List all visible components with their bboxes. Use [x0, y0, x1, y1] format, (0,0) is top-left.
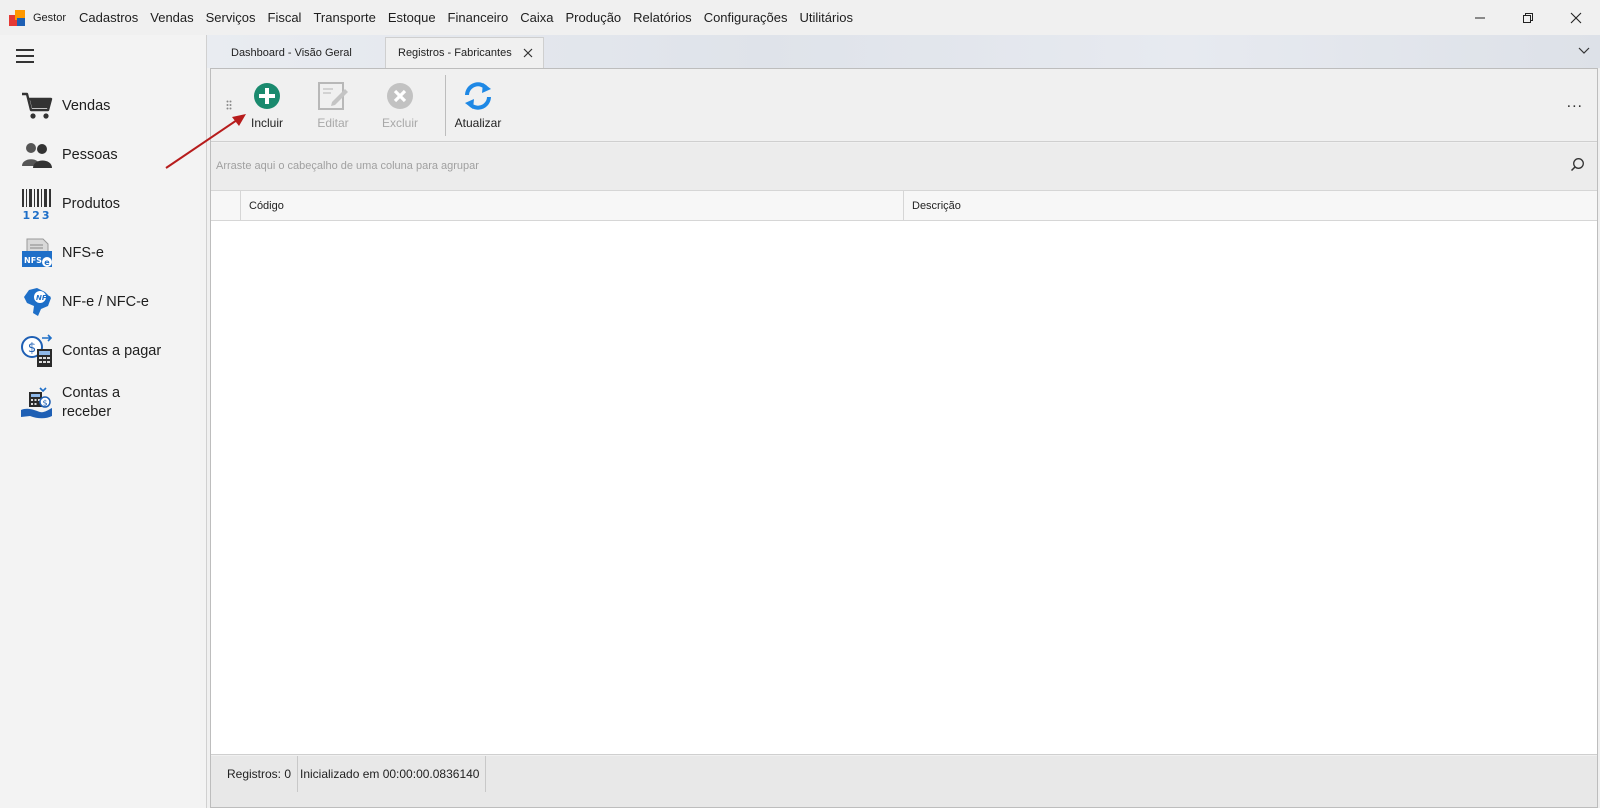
restore-button[interactable] — [1504, 0, 1552, 35]
tab-strip: Dashboard - Visão Geral Registros - Fabr… — [207, 35, 1600, 68]
menu-caixa[interactable]: Caixa — [520, 10, 553, 25]
editar-label: Editar — [317, 116, 349, 130]
nfse-icon: NFS e — [20, 236, 54, 270]
column-header-label: Descrição — [912, 200, 961, 212]
menu-cadastros[interactable]: Cadastros — [79, 10, 138, 25]
menu-producao[interactable]: Produção — [566, 10, 622, 25]
atualizar-label: Atualizar — [454, 116, 502, 130]
app-logo-icon — [9, 9, 25, 26]
sidebar: Vendas Pessoas 123 Produtos NFS e NFS-e N… — [0, 35, 207, 808]
menu-estoque[interactable]: Estoque — [388, 10, 436, 25]
delete-circle-icon — [383, 79, 417, 113]
menu-relatorios[interactable]: Relatórios — [633, 10, 692, 25]
grid-header: Código Descrição — [211, 191, 1597, 221]
svg-text:123: 123 — [23, 209, 52, 220]
excluir-label: Excluir — [381, 116, 418, 130]
menu-utilitarios[interactable]: Utilitários — [800, 10, 853, 25]
minimize-icon — [1475, 17, 1485, 18]
excluir-button[interactable]: Excluir — [368, 79, 432, 130]
minimize-button[interactable] — [1456, 0, 1504, 35]
sidebar-item-nfe[interactable]: NFe NF-e / NFC-e — [20, 285, 149, 319]
close-tab-icon[interactable] — [522, 47, 534, 59]
nfe-brazil-map-icon: NFe — [20, 285, 54, 319]
menu-fiscal[interactable]: Fiscal — [268, 10, 302, 25]
menu-gestor[interactable]: Gestor — [33, 12, 66, 24]
shopping-cart-icon — [20, 89, 54, 123]
atualizar-button[interactable]: Atualizar — [446, 79, 510, 130]
chevron-down-icon[interactable] — [1578, 45, 1590, 55]
menu-transporte[interactable]: Transporte — [313, 10, 375, 25]
svg-text:$: $ — [28, 341, 36, 356]
search-icon[interactable] — [1570, 157, 1585, 172]
svg-text:NFe: NFe — [36, 294, 51, 302]
people-icon — [20, 138, 54, 172]
menu-vendas[interactable]: Vendas — [150, 10, 193, 25]
sidebar-item-contas-pagar[interactable]: $ Contas a pagar — [20, 334, 161, 368]
accounts-receivable-icon: $ — [20, 386, 54, 420]
sidebar-item-label: Produtos — [62, 195, 121, 212]
sidebar-item-label: Contas a receber — [62, 385, 121, 420]
toolbar: Incluir Editar Excluir Atualizar ... — [211, 69, 1597, 142]
svg-text:NFS: NFS — [24, 256, 42, 265]
title-bar: Gestor Cadastros Vendas Serviços Fiscal … — [0, 0, 1600, 35]
sidebar-item-vendas[interactable]: Vendas — [20, 89, 110, 123]
sidebar-item-contas-receber[interactable]: $ Contas a receber — [20, 384, 132, 422]
more-options-icon[interactable]: ... — [1567, 94, 1583, 112]
svg-text:$: $ — [42, 399, 47, 408]
sidebar-item-label: NF-e / NFC-e — [62, 293, 149, 310]
column-header-label: Código — [249, 200, 284, 212]
status-bar: Registros: 0 Inicializado em 00:00:00.08… — [211, 756, 1597, 807]
row-indicator-header — [211, 191, 241, 221]
menu-configuracoes[interactable]: Configurações — [704, 10, 788, 25]
incluir-label: Incluir — [250, 116, 283, 130]
hamburger-menu-icon[interactable] — [16, 49, 34, 63]
toolbar-grip-icon[interactable] — [226, 100, 232, 110]
refresh-icon — [461, 79, 495, 113]
svg-text:e: e — [44, 258, 50, 267]
group-panel[interactable]: Arraste aqui o cabeçalho de uma coluna p… — [211, 143, 1597, 191]
sidebar-item-pessoas[interactable]: Pessoas — [20, 138, 118, 172]
editar-button[interactable]: Editar — [301, 79, 365, 130]
tab-dashboard[interactable]: Dashboard - Visão Geral — [207, 37, 385, 68]
document-panel: Incluir Editar Excluir Atualizar ... Arr… — [210, 68, 1598, 808]
status-registros: Registros: 0 — [221, 756, 299, 792]
status-inicializado: Inicializado em 00:00:00.0836140 — [294, 756, 487, 792]
tab-label: Registros - Fabricantes — [398, 47, 512, 59]
sidebar-item-label: Vendas — [62, 97, 111, 114]
window-controls — [1456, 0, 1600, 35]
tab-label: Dashboard - Visão Geral — [231, 46, 352, 59]
incluir-button[interactable]: Incluir — [235, 79, 299, 130]
tab-registros-fabricantes[interactable]: Registros - Fabricantes — [385, 37, 544, 68]
accounts-payable-icon: $ — [20, 334, 54, 368]
column-header-codigo[interactable]: Código — [241, 191, 904, 221]
menu-servicos[interactable]: Serviços — [206, 10, 256, 25]
restore-icon — [1523, 12, 1533, 23]
column-header-descricao[interactable]: Descrição — [904, 191, 1597, 221]
sidebar-item-label: NFS-e — [62, 244, 104, 261]
close-window-button[interactable] — [1552, 0, 1600, 35]
barcode-icon: 123 — [20, 187, 54, 221]
sidebar-item-label: Pessoas — [62, 146, 118, 163]
grid-body[interactable] — [211, 221, 1597, 755]
sidebar-item-produtos[interactable]: 123 Produtos — [20, 187, 120, 221]
menu-financeiro[interactable]: Financeiro — [448, 10, 509, 25]
sidebar-item-nfse[interactable]: NFS e NFS-e — [20, 236, 104, 270]
group-panel-hint: Arraste aqui o cabeçalho de uma coluna p… — [216, 160, 479, 172]
add-circle-icon — [250, 79, 284, 113]
sidebar-item-label: Contas a pagar — [62, 342, 162, 359]
close-icon — [1570, 12, 1582, 23]
edit-icon — [316, 79, 350, 113]
main-menu: Gestor Cadastros Vendas Serviços Fiscal … — [33, 10, 865, 25]
